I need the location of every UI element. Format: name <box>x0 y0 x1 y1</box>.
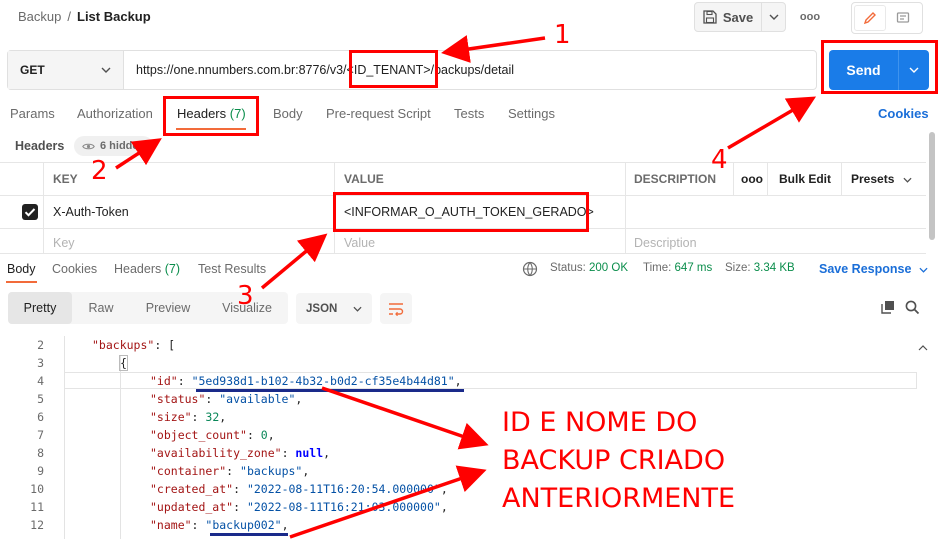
annotation-arrows <box>115 35 817 539</box>
arrow-2 <box>115 138 162 170</box>
arrow-3 <box>260 233 328 290</box>
annotation-note: ID E NOME DO BACKUP CRIADO ANTERIORMENTE <box>502 404 735 518</box>
arrow-4 <box>727 96 817 150</box>
arrow-id <box>321 386 489 450</box>
annotation-note-line-1: ID E NOME DO <box>502 407 698 438</box>
arrow-name <box>289 465 487 539</box>
annotation-note-line-3: ANTERIORMENTE <box>502 483 736 514</box>
arrow-1 <box>441 35 546 63</box>
annotation-note-line-2: BACKUP CRIADO <box>502 445 726 476</box>
